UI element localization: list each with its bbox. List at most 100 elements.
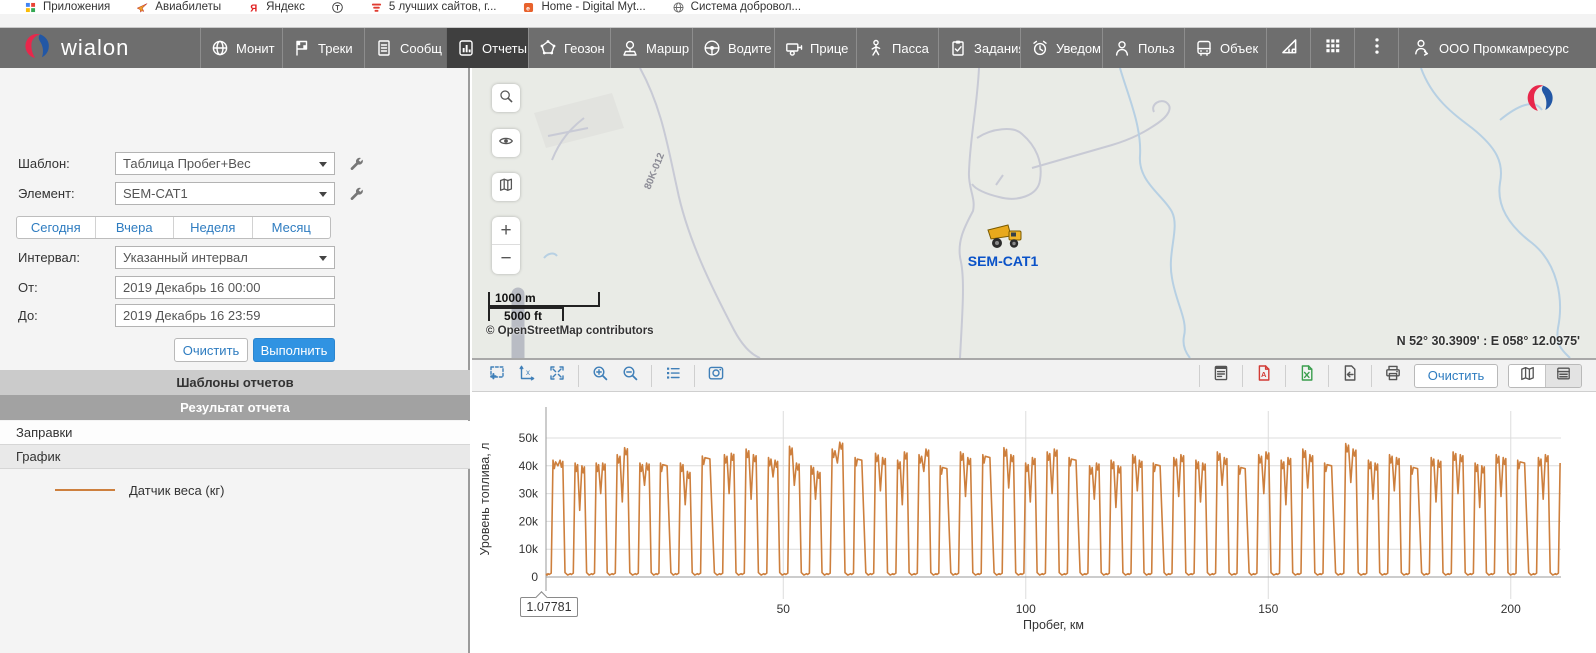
bookmark-item[interactable] bbox=[331, 1, 344, 14]
clear-button[interactable]: Очистить bbox=[174, 338, 248, 362]
eye-icon bbox=[497, 132, 515, 155]
unit-settings-wrench-icon[interactable] bbox=[347, 184, 365, 202]
chart-zoom-out-button[interactable] bbox=[615, 364, 645, 388]
section-report-templates[interactable]: Шаблоны отчетов bbox=[0, 370, 470, 395]
map-search-button[interactable] bbox=[492, 84, 520, 112]
chart-report-template-button[interactable] bbox=[1206, 364, 1236, 388]
svg-text:A: A bbox=[1261, 370, 1267, 379]
toolbar-separator bbox=[1285, 365, 1286, 387]
account-menu[interactable]: ООО Промкамресурс bbox=[1398, 28, 1596, 68]
chart-area[interactable]: 010k20k30k40k50k50100150200Пробег, кмУро… bbox=[472, 393, 1596, 653]
nav-tab-users[interactable]: Польз bbox=[1102, 28, 1184, 68]
toggle-table-view-button[interactable] bbox=[1545, 365, 1581, 387]
map-rivers bbox=[544, 68, 1570, 358]
nav-tab-notifications[interactable]: Уведом bbox=[1020, 28, 1102, 68]
chevron-down-icon bbox=[319, 192, 327, 197]
map-zoom-in-button[interactable]: + bbox=[492, 217, 520, 245]
chart-zoom-in-button[interactable] bbox=[585, 364, 615, 388]
chart-export-pdf-button[interactable]: A bbox=[1249, 364, 1279, 388]
account-name: ООО Промкамресурс bbox=[1439, 41, 1569, 56]
nav-tab-units[interactable]: Объек bbox=[1184, 28, 1266, 68]
nav-tab-passengers[interactable]: Пасса bbox=[856, 28, 938, 68]
bookmark-item[interactable]: Система добровол... bbox=[672, 1, 801, 14]
chart-snapshot-target-button[interactable] bbox=[701, 364, 731, 388]
unit-truck-icon[interactable] bbox=[988, 225, 1021, 248]
bookmark-item[interactable]: 5 лучших сайтов, г... bbox=[370, 1, 497, 14]
nav-apps-grid-button[interactable] bbox=[1310, 28, 1354, 68]
nav-tab-tracks[interactable]: Треки bbox=[282, 28, 364, 68]
bookmark-label: Home - Digital Myt... bbox=[541, 1, 645, 13]
toggle-map-view-button[interactable] bbox=[1509, 365, 1545, 387]
nav-menu-dots-button[interactable] bbox=[1354, 28, 1398, 68]
menu-dots-icon bbox=[1366, 35, 1388, 62]
section-report-result[interactable]: Результат отчета bbox=[0, 395, 470, 420]
chart-zoom-select-button[interactable] bbox=[482, 364, 512, 388]
template-select[interactable]: Таблица Пробег+Вес bbox=[115, 152, 335, 175]
from-date-input[interactable]: 2019 Декабрь 16 00:00 bbox=[115, 276, 335, 299]
search-icon bbox=[497, 87, 515, 110]
toolbar-separator bbox=[578, 365, 579, 387]
nav-tab-jobs[interactable]: Задания bbox=[938, 28, 1020, 68]
quick-range-0[interactable]: Сегодня bbox=[17, 217, 95, 238]
svg-text:x: x bbox=[526, 368, 530, 377]
bookmark-item[interactable]: Приложения bbox=[24, 1, 110, 14]
bookmark-label: Авиабилеты bbox=[155, 1, 221, 13]
export-xls-icon bbox=[1297, 363, 1317, 388]
nav-tab-geofences[interactable]: Геозон bbox=[528, 28, 610, 68]
result-row-chart[interactable]: График bbox=[0, 445, 470, 469]
map-attribution: © OpenStreetMap contributors bbox=[486, 325, 654, 337]
circle-badge-icon bbox=[331, 1, 344, 14]
map-zoom-out-button[interactable]: − bbox=[492, 245, 520, 273]
chart-axes-scale-button[interactable]: x bbox=[512, 364, 542, 388]
nav-ruler-button[interactable] bbox=[1266, 28, 1310, 68]
svg-text:Пробег, км: Пробег, км bbox=[1023, 618, 1084, 632]
quick-range-2[interactable]: Неделя bbox=[173, 217, 252, 238]
snapshot-target-icon bbox=[706, 363, 726, 388]
nav-tab-drivers[interactable]: Водите bbox=[692, 28, 774, 68]
unit-select[interactable]: SEM-CAT1 bbox=[115, 182, 335, 205]
legend-label: Датчик веса (кг) bbox=[129, 483, 224, 498]
result-row-fuel[interactable]: Заправки bbox=[0, 421, 470, 445]
map-panel[interactable]: 80K-012 SEM-CAT1 + − 1000 m 5000 ft © Op… bbox=[472, 68, 1596, 358]
bookmark-label: Приложения bbox=[43, 1, 110, 13]
ruler-icon bbox=[1278, 35, 1300, 62]
nav-tab-label: Сообщ bbox=[400, 41, 442, 56]
template-settings-wrench-icon[interactable] bbox=[347, 154, 365, 172]
chart-export-file-button[interactable] bbox=[1335, 364, 1365, 388]
map-eye-button[interactable] bbox=[492, 129, 520, 157]
bookmark-item[interactable]: e Home - Digital Myt... bbox=[522, 1, 645, 14]
orange-site-icon: e bbox=[522, 1, 535, 14]
nav-tab-messages[interactable]: Сообщ bbox=[364, 28, 446, 68]
svg-text:30k: 30k bbox=[519, 487, 539, 501]
chart-legend-list-button[interactable] bbox=[658, 364, 688, 388]
to-date-input[interactable]: 2019 Декабрь 16 23:59 bbox=[115, 304, 335, 327]
nav-tab-routes[interactable]: Маршр bbox=[610, 28, 692, 68]
chart-export-xls-button[interactable] bbox=[1292, 364, 1322, 388]
nav-tab-monitoring[interactable]: Монит bbox=[200, 28, 282, 68]
quick-range-1[interactable]: Вчера bbox=[95, 217, 174, 238]
layers-icon bbox=[497, 176, 515, 199]
svg-text:40k: 40k bbox=[519, 459, 539, 473]
map-roads bbox=[548, 68, 1170, 358]
nav-tab-reports[interactable]: Отчеты bbox=[446, 28, 528, 68]
quick-range-3[interactable]: Месяц bbox=[252, 217, 331, 238]
fit-extents-icon bbox=[547, 363, 567, 388]
chart-fit-extents-button[interactable] bbox=[542, 364, 572, 388]
interval-select[interactable]: Указанный интервал bbox=[115, 246, 335, 269]
toolbar-separator bbox=[651, 365, 652, 387]
chart-clear-button[interactable]: Очистить bbox=[1414, 364, 1498, 388]
to-label: До: bbox=[18, 308, 38, 323]
bookmark-item[interactable]: Авиабилеты bbox=[136, 1, 221, 14]
nav-tab-trailers[interactable]: Прице bbox=[774, 28, 856, 68]
map-layers-button[interactable] bbox=[492, 173, 520, 201]
svg-text:150: 150 bbox=[1258, 602, 1278, 616]
nav-tab-label: Водите bbox=[728, 41, 772, 56]
bookmark-item[interactable]: ЯЯндекс bbox=[247, 1, 305, 14]
trailers-icon bbox=[784, 38, 804, 58]
bookmark-label: Система добровол... bbox=[691, 1, 801, 13]
monitoring-globe-icon bbox=[210, 38, 230, 58]
map-wialon-logo-icon bbox=[1524, 82, 1556, 114]
map-canvas: 80K-012 SEM-CAT1 bbox=[472, 68, 1596, 358]
chart-print-button[interactable] bbox=[1378, 364, 1408, 388]
execute-button[interactable]: Выполнить bbox=[253, 338, 335, 362]
